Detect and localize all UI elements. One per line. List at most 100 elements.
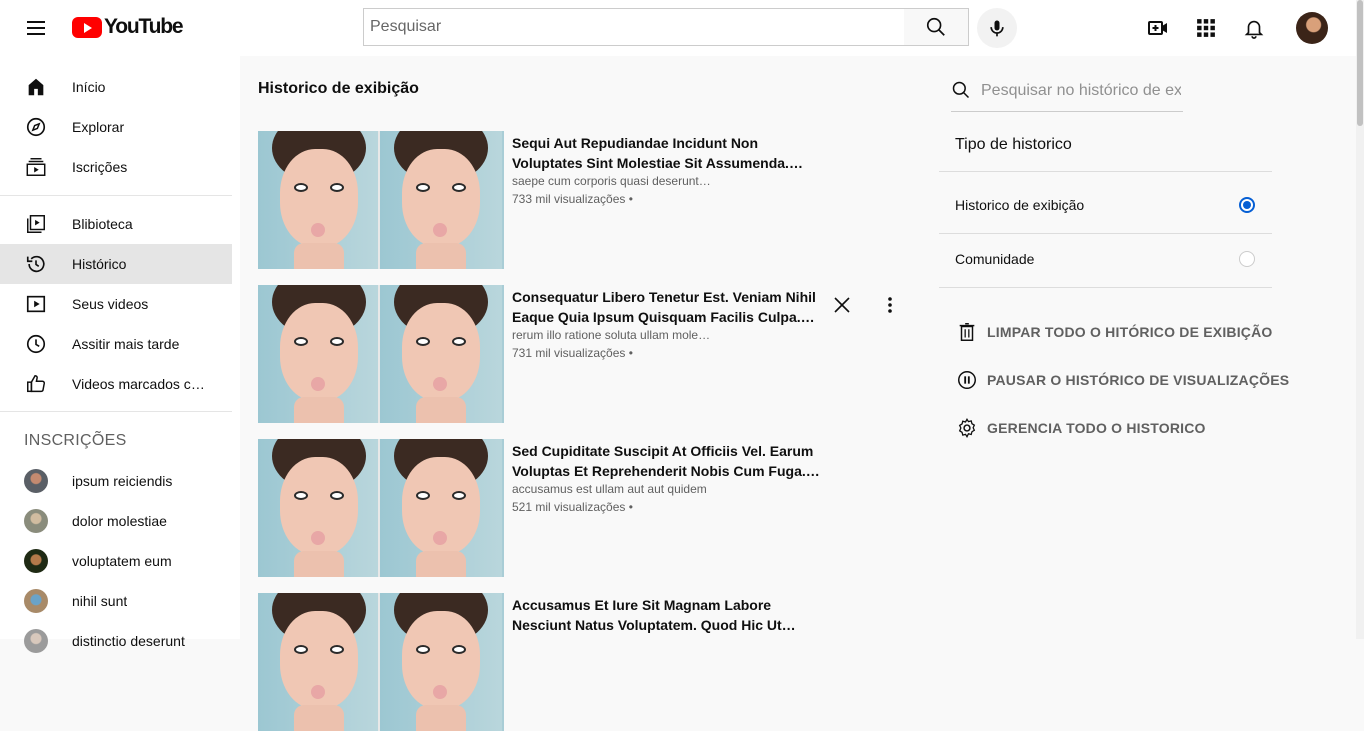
subscriptions-icon: [24, 155, 48, 179]
history-video-item[interactable]: Accusamus Et Iure Sit Magnam Labore Nesc…: [258, 593, 918, 731]
library-icon: [24, 212, 48, 236]
channel-avatar: [24, 589, 48, 613]
play-icon: [24, 292, 48, 316]
clear-history-button[interactable]: LIMPAR TODO O HITÓRICO DE EXIBIÇÃO: [955, 320, 1273, 344]
video-views: 521 mil visualizações •: [512, 500, 633, 514]
channel-avatar: [24, 509, 48, 533]
radio-unselected[interactable]: [1239, 251, 1255, 267]
home-icon: [24, 75, 48, 99]
sidebar-item-label: Iscrições: [72, 159, 128, 175]
sidebar-item-label: Histórico: [72, 256, 127, 272]
video-plus-icon: [1148, 21, 1167, 35]
subscription-item[interactable]: ipsum reiciendis: [0, 461, 232, 501]
search-icon: [951, 80, 973, 102]
page-scrollbar[interactable]: [1356, 0, 1364, 639]
sidebar-item-label: Seus videos: [72, 296, 149, 312]
sidebar-item-home[interactable]: Início: [0, 67, 232, 107]
remove-from-history-icon[interactable]: [830, 293, 854, 317]
manage-history-button[interactable]: GERENCIA TODO O HISTORICO: [955, 416, 1206, 440]
history-icon: [24, 252, 48, 276]
divider: [939, 287, 1272, 288]
sidebar-item-liked-videos[interactable]: Videos marcados com gostei: [0, 364, 232, 404]
subscription-name: distinctio deserunt: [72, 633, 185, 649]
video-description: accusamus est ullam aut aut quidem: [512, 482, 707, 496]
sidebar-item-history[interactable]: Histórico: [0, 244, 232, 284]
trash-icon: [955, 320, 979, 344]
youtube-play-icon: [72, 16, 102, 38]
action-label: PAUSAR O HISTÓRICO DE VISUALIZAÇÕES: [987, 372, 1290, 388]
apps-button[interactable]: [1192, 14, 1220, 42]
apps-grid-icon: [1197, 19, 1215, 37]
video-thumbnail[interactable]: [258, 131, 504, 269]
search-field[interactable]: [363, 8, 905, 46]
video-actions: [830, 293, 910, 317]
sidebar-item-subscriptions[interactable]: Iscrições: [0, 147, 232, 187]
compass-icon: [24, 115, 48, 139]
sidebar-item-explore[interactable]: Explorar: [0, 107, 232, 147]
subscription-item[interactable]: dolor molestiae: [0, 501, 232, 541]
sidebar-item-label: Assitir mais tarde: [72, 336, 180, 352]
history-video-item[interactable]: Sed Cupiditate Suscipit At Officiis Vel.…: [258, 439, 918, 577]
hamburger-menu-icon[interactable]: [22, 14, 50, 42]
history-search-field[interactable]: [951, 72, 1183, 112]
search-button[interactable]: [904, 8, 969, 46]
sidebar-item-label: Início: [72, 79, 106, 95]
more-options-icon[interactable]: [878, 293, 902, 317]
logo-text: YouTube: [104, 15, 184, 38]
history-video-item[interactable]: Sequi Aut Repudiandae Incidunt Non Volup…: [258, 131, 918, 269]
search-icon: [926, 17, 945, 36]
video-views: 733 mil visualizações •: [512, 192, 633, 206]
subscription-name: ipsum reiciendis: [72, 473, 173, 489]
video-thumbnail[interactable]: [258, 439, 504, 577]
radio-selected[interactable]: [1239, 197, 1255, 213]
video-thumbnail[interactable]: [258, 593, 504, 731]
notifications-button[interactable]: [1240, 14, 1268, 42]
history-type-option-watch[interactable]: Historico de exibição: [939, 180, 1272, 232]
subscription-name: nihil sunt: [72, 593, 128, 609]
video-title[interactable]: Sed Cupiditate Suscipit At Officiis Vel.…: [512, 441, 822, 481]
video-thumbnail[interactable]: [258, 285, 504, 423]
sidebar-item-label: Blibioteca: [72, 216, 133, 232]
pause-icon: [955, 368, 979, 392]
subscription-item[interactable]: distinctio deserunt: [0, 621, 232, 661]
sidebar-item-label: Explorar: [72, 119, 125, 135]
option-label: Comunidade: [955, 251, 1035, 267]
search-input[interactable]: [364, 9, 904, 45]
subscription-item[interactable]: voluptatem eum: [0, 541, 232, 581]
pause-history-button[interactable]: PAUSAR O HISTÓRICO DE VISUALIZAÇÕES: [955, 368, 1289, 392]
subscription-name: voluptatem eum: [72, 553, 172, 569]
video-title[interactable]: Consequatur Libero Tenetur Est. Veniam N…: [512, 287, 822, 327]
action-label: GERENCIA TODO O HISTORICO: [987, 420, 1206, 436]
clock-icon: [24, 332, 48, 356]
subscriptions-heading: INSCRIÇÕES: [24, 432, 127, 449]
sidebar-item-label: Videos marcados com gostei: [72, 376, 212, 392]
channel-avatar: [24, 549, 48, 573]
create-video-button[interactable]: [1144, 14, 1172, 42]
history-search-input[interactable]: [981, 80, 1181, 102]
video-description: saepe cum corporis quasi deserunt volupt…: [512, 174, 712, 188]
video-views: 731 mil visualizações •: [512, 346, 633, 360]
sidebar-item-watch-later[interactable]: Assitir mais tarde: [0, 324, 232, 364]
bell-icon: [1244, 20, 1264, 39]
subscription-item[interactable]: nihil sunt: [0, 581, 232, 621]
scrollbar-thumb[interactable]: [1357, 0, 1363, 126]
action-label: LIMPAR TODO O HITÓRICO DE EXIBIÇÃO: [987, 324, 1273, 340]
channel-avatar: [24, 629, 48, 653]
gear-icon: [955, 416, 979, 440]
video-title[interactable]: Sequi Aut Repudiandae Incidunt Non Volup…: [512, 133, 822, 173]
sidebar-item-your-videos[interactable]: Seus videos: [0, 284, 232, 324]
video-title[interactable]: Accusamus Et Iure Sit Magnam Labore Nesc…: [512, 595, 822, 635]
sidebar-divider: [0, 195, 232, 196]
top-bar: YouTube: [0, 0, 1356, 56]
history-type-option-community[interactable]: Comunidade: [939, 234, 1272, 286]
sidebar-divider: [0, 411, 232, 412]
microphone-icon: [990, 20, 1004, 37]
history-type-title: Tipo de historico: [955, 136, 1072, 153]
account-avatar[interactable]: [1296, 12, 1328, 44]
voice-search-button[interactable]: [977, 8, 1017, 48]
history-video-item[interactable]: Consequatur Libero Tenetur Est. Veniam N…: [258, 285, 918, 423]
thumbs-up-icon: [24, 372, 48, 396]
sidebar-item-library[interactable]: Blibioteca: [0, 204, 232, 244]
channel-avatar: [24, 469, 48, 493]
youtube-logo[interactable]: YouTube: [72, 15, 184, 38]
